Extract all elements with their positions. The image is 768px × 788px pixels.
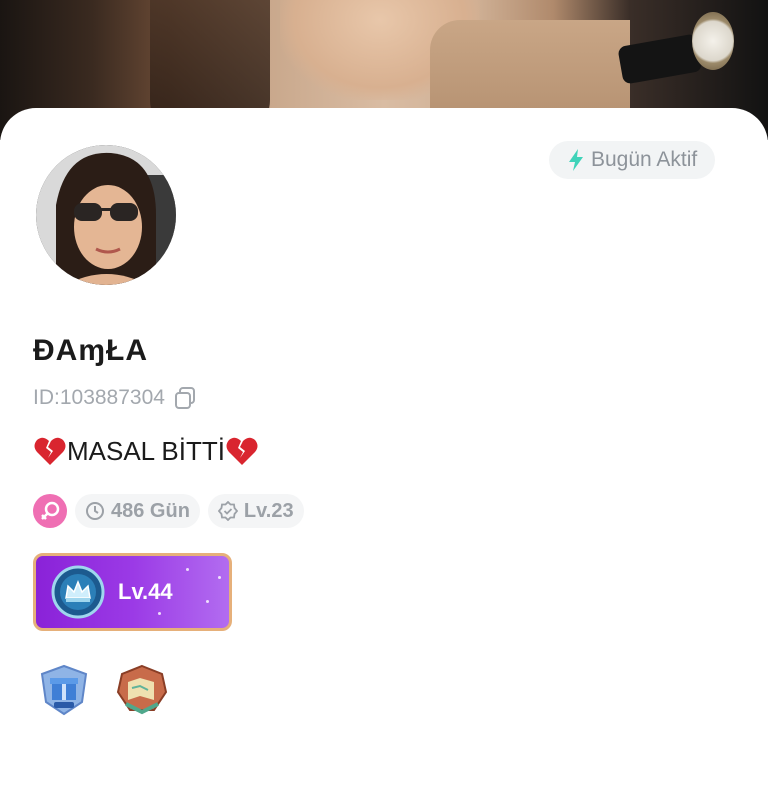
sparkle (186, 568, 189, 571)
user-id: ID:103887304 (33, 386, 165, 409)
id-row: ID:103887304 (33, 386, 197, 410)
broken-heart-icon (226, 437, 258, 465)
active-status-badge: Bugün Aktif (549, 141, 716, 179)
active-status-text: Bugün Aktif (591, 148, 698, 171)
days-text: 486 Gün (111, 499, 190, 522)
lightning-icon (569, 149, 583, 171)
crown-crest-icon (51, 565, 105, 619)
clock-icon (86, 502, 104, 520)
user-level-badge: Lv.23 (207, 494, 304, 528)
copy-icon[interactable] (173, 386, 197, 410)
profile-name: ĐAɱŁA (33, 334, 148, 367)
bio-text: MASAL BİTTİ (67, 435, 225, 466)
cover-watch-strap (617, 33, 703, 85)
bio: MASAL BİTTİ (33, 434, 259, 468)
user-level-text: Lv.23 (243, 499, 294, 522)
broken-heart-icon (34, 437, 66, 465)
cover-watch (692, 12, 734, 70)
gender-female-badge (33, 494, 67, 528)
avatar-photo (36, 145, 176, 285)
sparkle (206, 600, 209, 603)
medals-row (36, 664, 170, 716)
sparkle (158, 612, 161, 615)
map-medal-icon[interactable] (114, 664, 170, 716)
sparkle (218, 576, 221, 579)
badges-row: 486 Gün Lv.23 (33, 494, 304, 528)
days-badge: 486 Gün (75, 494, 200, 528)
female-icon (41, 501, 60, 520)
wealth-level-card[interactable]: Lv.44 (33, 553, 232, 631)
gift-medal-icon[interactable] (36, 664, 92, 716)
level-badge-icon (217, 501, 238, 521)
avatar[interactable] (36, 145, 176, 285)
wealth-level-text: Lv.44 (118, 579, 173, 604)
